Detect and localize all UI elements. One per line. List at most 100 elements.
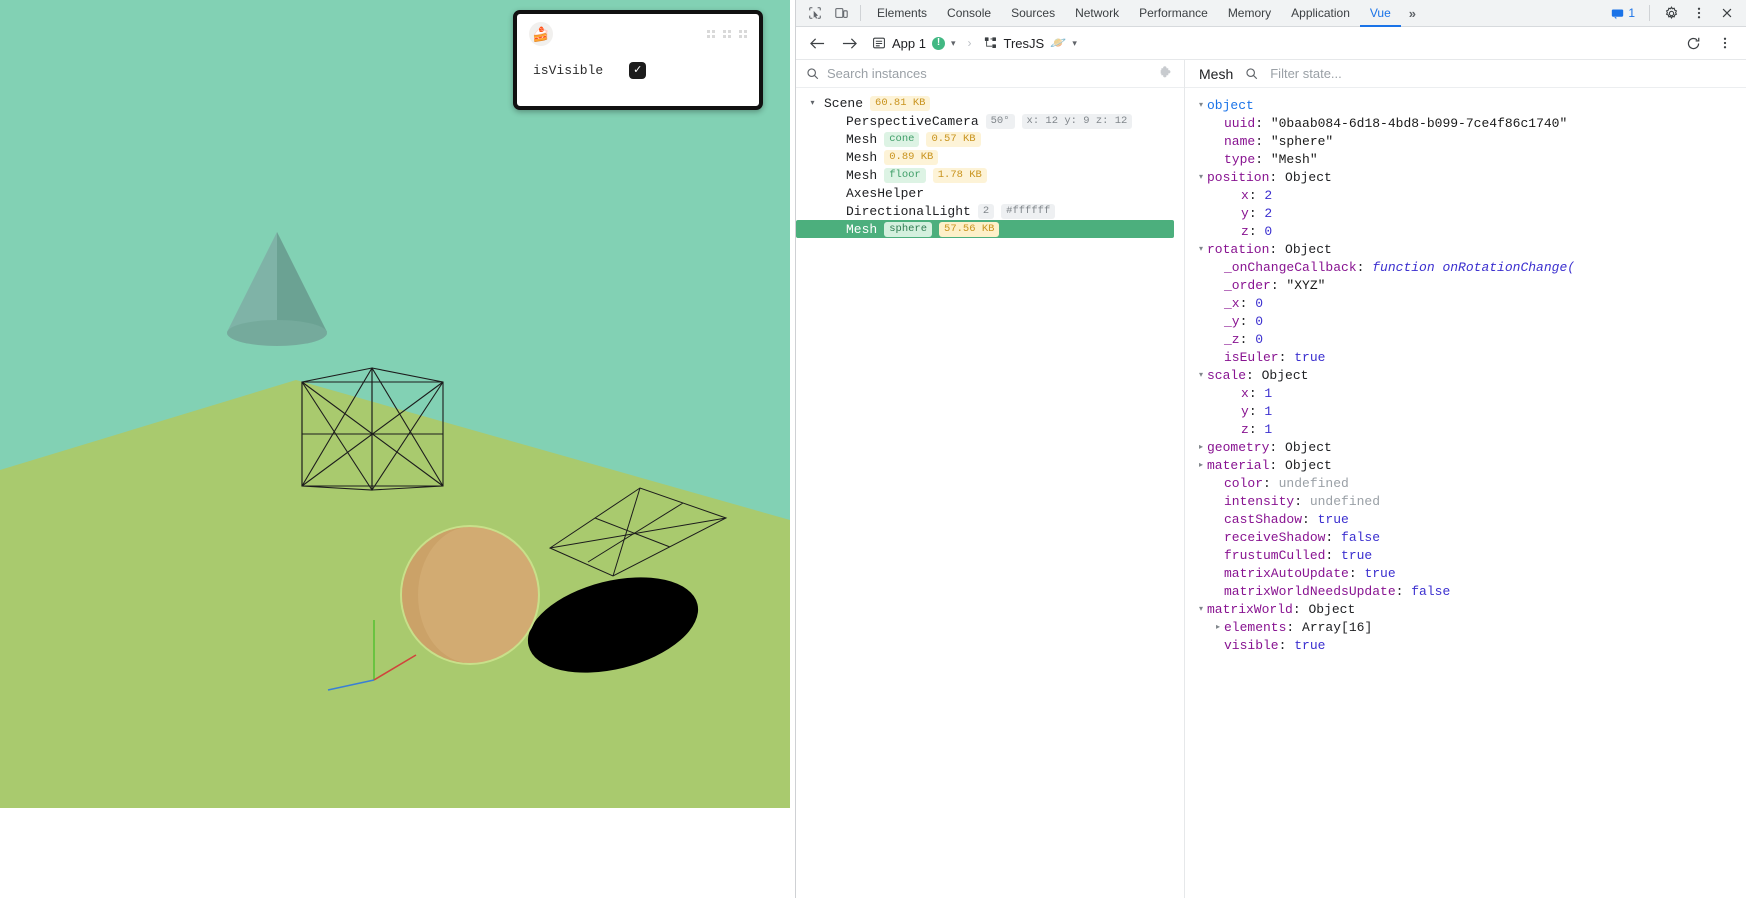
state-property-row[interactable]: intensity: undefined (1185, 492, 1746, 510)
tree-row[interactable]: Meshsphere57.56 KB (796, 220, 1174, 238)
filter-state-input[interactable]: Filter state... (1270, 66, 1342, 81)
tree-row-badge: 0.89 KB (884, 150, 938, 165)
three-js-viewport[interactable]: 🍰 isVisible ✓ (0, 0, 790, 808)
chevron-down-icon[interactable]: ▾ (951, 38, 956, 49)
instances-tree-pane: Search instances ▾Scene60.81 KBPerspecti… (796, 60, 1185, 898)
state-property-row[interactable]: ▸material: Object (1185, 456, 1746, 474)
state-property-row[interactable]: y: 1 (1185, 402, 1746, 420)
state-property-colon: : (1349, 566, 1365, 581)
more-vertical-icon-2[interactable] (1712, 31, 1738, 55)
state-property-key: _onChangeCallback (1224, 260, 1357, 275)
issues-counter[interactable]: 1 (1605, 6, 1641, 20)
state-property-row[interactable]: color: undefined (1185, 474, 1746, 492)
state-property-value: 1 (1264, 404, 1272, 419)
state-property-row[interactable]: ▸geometry: Object (1185, 438, 1746, 456)
state-property-row[interactable]: isEuler: true (1185, 348, 1746, 366)
tree-row-badge: sphere (884, 222, 932, 237)
close-icon[interactable] (1714, 1, 1740, 25)
tree-row[interactable]: AxesHelper (796, 184, 1184, 202)
state-twisty-icon[interactable]: ▾ (1195, 244, 1207, 254)
device-toolbar-icon[interactable] (828, 1, 854, 25)
cake-icon: 🍰 (529, 22, 553, 46)
state-property-row[interactable]: z: 1 (1185, 420, 1746, 438)
state-property-row[interactable]: z: 0 (1185, 222, 1746, 240)
grid-dots-icon[interactable] (707, 30, 747, 38)
state-property-row[interactable]: frustumCulled: true (1185, 546, 1746, 564)
state-property-row[interactable]: _onChangeCallback: function onRotationCh… (1185, 258, 1746, 276)
search-input[interactable]: Search instances (827, 66, 927, 81)
state-property-row[interactable]: _order: "XYZ" (1185, 276, 1746, 294)
more-vertical-icon[interactable] (1686, 1, 1712, 25)
state-twisty-icon[interactable]: ▾ (1195, 370, 1207, 380)
tree-row[interactable]: ▾Scene60.81 KB (796, 94, 1184, 112)
state-property-row[interactable]: uuid: "0baab084-6d18-4bd8-b099-7ce4f86c1… (1185, 114, 1746, 132)
state-property-row[interactable]: visible: true (1185, 636, 1746, 654)
state-property-value: true (1294, 350, 1325, 365)
tree-row[interactable]: Meshfloor1.78 KB (796, 166, 1184, 184)
state-property-value: "Mesh" (1271, 152, 1318, 167)
state-property-value: Object (1308, 602, 1355, 617)
is-visible-checkbox[interactable]: ✓ (629, 62, 646, 79)
state-property-colon: : (1357, 260, 1373, 275)
state-property-value: 2 (1264, 188, 1272, 203)
state-twisty-icon[interactable]: ▾ (1195, 604, 1207, 614)
breadcrumb-app[interactable]: App 1 ! ▾ (868, 36, 960, 51)
state-twisty-icon[interactable]: ▾ (1195, 172, 1207, 182)
state-property-key: position (1207, 170, 1269, 185)
state-property-colon: : (1325, 530, 1341, 545)
state-property-row[interactable]: _x: 0 (1185, 294, 1746, 312)
state-twisty-icon[interactable]: ▸ (1195, 460, 1207, 470)
search-instances-bar[interactable]: Search instances (796, 60, 1184, 88)
tab-elements[interactable]: Elements (867, 0, 937, 27)
arrow-left-icon[interactable] (804, 30, 830, 56)
state-property-row[interactable]: name: "sphere" (1185, 132, 1746, 150)
tweakpane-overlay-panel[interactable]: 🍰 isVisible ✓ (513, 10, 763, 110)
tab-application[interactable]: Application (1281, 0, 1360, 27)
tab-memory[interactable]: Memory (1218, 0, 1281, 27)
state-property-row[interactable]: _y: 0 (1185, 312, 1746, 330)
refresh-icon[interactable] (1680, 31, 1706, 55)
tab-performance[interactable]: Performance (1129, 0, 1218, 27)
tab-network[interactable]: Network (1065, 0, 1129, 27)
state-property-colon: : (1249, 386, 1265, 401)
state-property-row[interactable]: ▾object (1185, 96, 1746, 114)
tree-row[interactable]: Mesh0.89 KB (796, 148, 1184, 166)
chevron-down-icon-2[interactable]: ▾ (1072, 38, 1077, 49)
state-twisty-icon[interactable]: ▸ (1195, 442, 1207, 452)
state-property-row[interactable]: ▾matrixWorld: Object (1185, 600, 1746, 618)
tree-row[interactable]: Meshcone0.57 KB (796, 130, 1184, 148)
breadcrumb-scope[interactable]: TresJS 🪐 ▾ (980, 35, 1081, 51)
gear-icon[interactable] (1658, 1, 1684, 25)
state-property-row[interactable]: ▾rotation: Object (1185, 240, 1746, 258)
tree-row-badge: 2 (978, 204, 994, 219)
state-property-row[interactable]: x: 1 (1185, 384, 1746, 402)
state-property-row[interactable]: type: "Mesh" (1185, 150, 1746, 168)
tab-sources[interactable]: Sources (1001, 0, 1065, 27)
state-property-row[interactable]: _z: 0 (1185, 330, 1746, 348)
state-property-row[interactable]: receiveShadow: false (1185, 528, 1746, 546)
state-property-row[interactable]: ▸elements: Array[16] (1185, 618, 1746, 636)
puzzle-piece-icon[interactable] (1159, 65, 1174, 83)
tree-row[interactable]: DirectionalLight2#ffffff (796, 202, 1184, 220)
state-twisty-icon[interactable]: ▾ (1195, 100, 1207, 110)
state-property-row[interactable]: matrixWorldNeedsUpdate: false (1185, 582, 1746, 600)
state-property-row[interactable]: ▾scale: Object (1185, 366, 1746, 384)
tree-twisty-icon[interactable]: ▾ (808, 98, 817, 108)
tab-console[interactable]: Console (937, 0, 1001, 27)
tab-vue[interactable]: Vue (1360, 0, 1401, 27)
state-property-row[interactable]: castShadow: true (1185, 510, 1746, 528)
state-twisty-icon[interactable]: ▸ (1212, 622, 1224, 632)
tree-row[interactable]: PerspectiveCamera50°x: 12 y: 9 z: 12 (796, 112, 1184, 130)
state-property-row[interactable]: matrixAutoUpdate: true (1185, 564, 1746, 582)
more-tabs-chevron-icon[interactable]: » (1401, 6, 1424, 21)
state-property-row[interactable]: ▾position: Object (1185, 168, 1746, 186)
arrow-right-icon[interactable] (836, 30, 862, 56)
state-property-key: receiveShadow (1224, 530, 1325, 545)
tree-row-label: PerspectiveCamera (846, 114, 979, 129)
scene-canvas[interactable] (0, 0, 790, 808)
state-property-row[interactable]: x: 2 (1185, 186, 1746, 204)
state-property-row[interactable]: y: 2 (1185, 204, 1746, 222)
state-property-key: z (1241, 224, 1249, 239)
state-property-key: name (1224, 134, 1255, 149)
inspect-element-icon[interactable] (802, 1, 828, 25)
